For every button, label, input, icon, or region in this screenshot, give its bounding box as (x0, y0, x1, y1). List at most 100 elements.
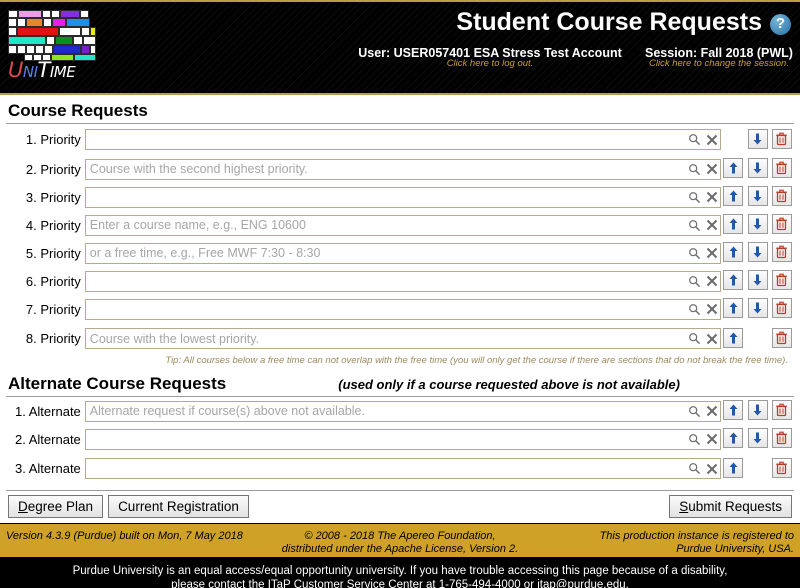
alternate-requests-table: 1. Alternate 2. Alternate 3. Alternate (6, 397, 794, 484)
course-request-input[interactable] (85, 159, 687, 179)
logo-block (59, 27, 81, 36)
course-request-field[interactable] (84, 158, 722, 180)
course-request-field[interactable] (84, 298, 722, 320)
table-row: 3. Priority (6, 183, 794, 211)
course-request-input[interactable] (85, 130, 687, 149)
move-up-button[interactable] (723, 400, 744, 420)
footer-gold-bar: Version 4.3.9 (Purdue) built on Mon, 7 M… (0, 523, 800, 559)
row-label: 5. Priority (25, 245, 81, 261)
delete-button[interactable] (771, 400, 792, 420)
course-request-field[interactable] (84, 400, 722, 422)
course-request-input[interactable] (85, 459, 687, 478)
move-down-button[interactable] (747, 298, 768, 318)
course-request-field[interactable] (84, 129, 722, 150)
search-icon[interactable] (686, 329, 703, 348)
move-down-button[interactable] (747, 400, 768, 420)
course-request-field[interactable] (84, 428, 722, 450)
move-down-button[interactable] (747, 214, 768, 234)
disclaimer-line-2: please contact the ITaP Customer Service… (171, 579, 629, 588)
course-request-field[interactable] (84, 458, 722, 479)
delete-button[interactable] (771, 428, 792, 448)
close-icon[interactable] (703, 329, 720, 348)
search-icon[interactable] (686, 216, 703, 235)
submit-requests-button[interactable]: Submit Requests (669, 495, 792, 518)
move-down-button[interactable] (747, 128, 768, 149)
row-action-cell (745, 211, 769, 239)
search-icon[interactable] (686, 130, 703, 149)
move-up-button[interactable] (723, 242, 744, 262)
move-up-button[interactable] (723, 298, 744, 318)
row-input-cell (84, 453, 722, 484)
close-icon[interactable] (703, 216, 720, 235)
course-request-field[interactable] (84, 328, 722, 349)
course-request-input[interactable] (85, 187, 687, 207)
row-label: 2. Priority (25, 161, 81, 177)
delete-button[interactable] (771, 457, 792, 478)
move-up-button[interactable] (723, 457, 744, 478)
move-down-button[interactable] (747, 158, 768, 178)
close-icon[interactable] (703, 160, 720, 179)
close-icon[interactable] (703, 130, 720, 149)
course-request-input[interactable] (85, 429, 687, 449)
course-request-input[interactable] (85, 329, 687, 348)
degree-plan-accel: D (18, 499, 28, 514)
delete-button[interactable] (771, 158, 792, 178)
move-down-button[interactable] (747, 270, 768, 290)
table-row: 4. Priority (6, 211, 794, 239)
course-request-field[interactable] (84, 270, 722, 292)
current-registration-button[interactable]: Current Registration (108, 495, 249, 518)
course-request-field[interactable] (84, 186, 722, 208)
search-icon[interactable] (686, 430, 703, 449)
close-icon[interactable] (703, 300, 720, 319)
course-request-input[interactable] (85, 299, 687, 319)
search-icon[interactable] (686, 272, 703, 291)
delete-button[interactable] (771, 214, 792, 234)
row-action-cell (770, 397, 794, 425)
close-icon[interactable] (703, 459, 720, 478)
header-info: User: USER057401 ESA Stress Test Account… (0, 46, 800, 80)
delete-button[interactable] (771, 186, 792, 206)
course-request-input[interactable] (85, 271, 687, 291)
course-request-field[interactable] (84, 242, 722, 264)
search-icon[interactable] (686, 402, 703, 421)
course-request-input[interactable] (85, 243, 687, 263)
move-up-button[interactable] (723, 270, 744, 290)
alternate-requests-note: (used only if a course requested above i… (338, 377, 680, 392)
delete-button[interactable] (771, 298, 792, 318)
help-icon[interactable]: ? (770, 14, 791, 35)
logo-block (8, 18, 17, 27)
row-action-cell (745, 425, 769, 453)
delete-button[interactable] (771, 242, 792, 262)
logo-block (51, 10, 60, 18)
row-action-cell (745, 453, 769, 484)
close-icon[interactable] (703, 188, 720, 207)
row-action-cell (721, 124, 745, 155)
search-icon[interactable] (686, 244, 703, 263)
move-down-button[interactable] (747, 242, 768, 262)
close-icon[interactable] (703, 244, 720, 263)
move-down-button[interactable] (747, 186, 768, 206)
change-session-link[interactable]: Click here to change the session. (640, 58, 798, 69)
close-icon[interactable] (703, 272, 720, 291)
logo-block (60, 10, 80, 18)
course-request-input[interactable] (85, 215, 687, 235)
move-up-button[interactable] (723, 158, 744, 178)
delete-button[interactable] (771, 327, 792, 348)
degree-plan-button[interactable]: Degree Plan (8, 495, 104, 518)
row-input-cell (84, 425, 722, 453)
course-request-field[interactable] (84, 214, 722, 236)
search-icon[interactable] (686, 300, 703, 319)
move-up-button[interactable] (723, 428, 744, 448)
search-icon[interactable] (686, 459, 703, 478)
move-up-button[interactable] (723, 327, 744, 348)
move-down-button[interactable] (747, 428, 768, 448)
delete-button[interactable] (771, 270, 792, 290)
search-icon[interactable] (686, 160, 703, 179)
close-icon[interactable] (703, 430, 720, 449)
move-up-button[interactable] (723, 186, 744, 206)
course-request-input[interactable] (85, 401, 687, 421)
move-up-button[interactable] (723, 214, 744, 234)
delete-button[interactable] (771, 128, 792, 149)
close-icon[interactable] (703, 402, 720, 421)
search-icon[interactable] (686, 188, 703, 207)
